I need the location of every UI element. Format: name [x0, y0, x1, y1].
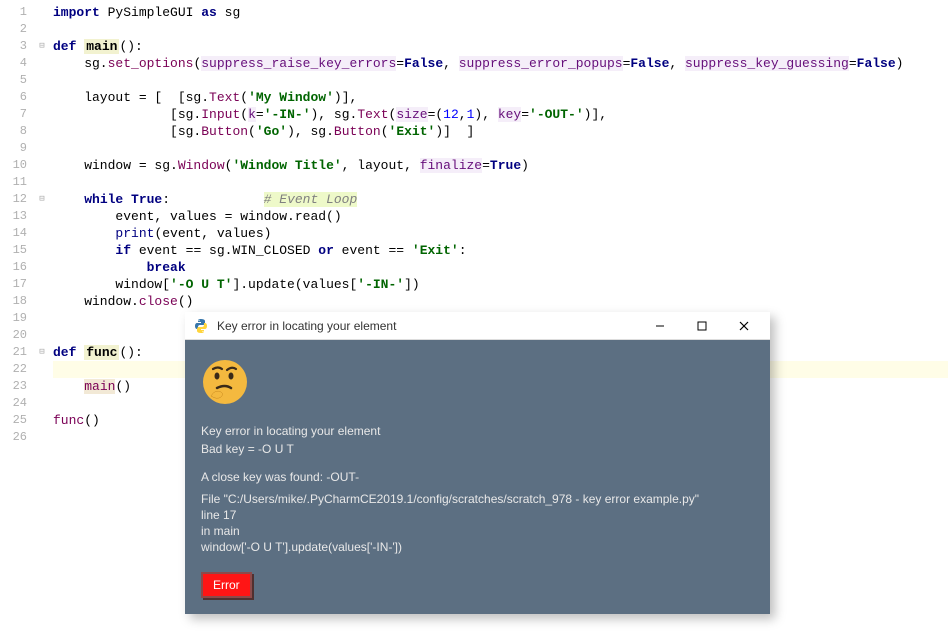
line-number: 3: [0, 38, 35, 55]
line-number: 9: [0, 140, 35, 157]
python-icon: [193, 318, 209, 334]
thinking-face-icon: [201, 358, 249, 406]
line-number: 26: [0, 429, 35, 446]
line-number: 8: [0, 123, 35, 140]
popup-title: Key error in locating your element: [217, 319, 640, 333]
maximize-button[interactable]: [682, 314, 722, 338]
line-number: 5: [0, 72, 35, 89]
fold-toggle[interactable]: ⊟: [35, 38, 49, 55]
line-number: 2: [0, 21, 35, 38]
error-popup: Key error in locating your element Key e…: [185, 312, 770, 614]
line-number: 22: [0, 361, 35, 378]
line-number: 19: [0, 310, 35, 327]
close-button[interactable]: [724, 314, 764, 338]
line-number: 25: [0, 412, 35, 429]
traceback-line: line 17: [201, 508, 754, 522]
line-number: 24: [0, 395, 35, 412]
traceback-file: File "C:/Users/mike/.PyCharmCE2019.1/con…: [201, 492, 754, 506]
line-number: 1: [0, 4, 35, 21]
close-key-message: A close key was found: -OUT-: [201, 470, 754, 484]
line-number: 7: [0, 106, 35, 123]
error-message: Key error in locating your element: [201, 424, 754, 438]
traceback-code: window['-O U T'].update(values['-IN-']): [201, 540, 754, 554]
line-number: 13: [0, 208, 35, 225]
popup-body: Key error in locating your element Bad k…: [185, 340, 770, 614]
traceback-func: in main: [201, 524, 754, 538]
line-number: 16: [0, 259, 35, 276]
line-number: 23: [0, 378, 35, 395]
fold-toggle[interactable]: ⊟: [35, 344, 49, 361]
line-number: 15: [0, 242, 35, 259]
line-number-gutter: 1 2 3 4 5 6 7 8 9 10 11 12 13 14 15 16 1…: [0, 0, 35, 640]
traceback: File "C:/Users/mike/.PyCharmCE2019.1/con…: [201, 492, 754, 554]
minimize-button[interactable]: [640, 314, 680, 338]
error-button[interactable]: Error: [201, 572, 252, 598]
line-number: 4: [0, 55, 35, 72]
line-number: 12: [0, 191, 35, 208]
line-number: 18: [0, 293, 35, 310]
fold-toggle[interactable]: ⊟: [35, 191, 49, 208]
line-number: 17: [0, 276, 35, 293]
bad-key-message: Bad key = -O U T: [201, 442, 754, 456]
line-number: 10: [0, 157, 35, 174]
popup-titlebar[interactable]: Key error in locating your element: [185, 312, 770, 340]
line-number: 20: [0, 327, 35, 344]
line-number: 21: [0, 344, 35, 361]
line-number: 11: [0, 174, 35, 191]
line-number: 14: [0, 225, 35, 242]
fold-gutter: ⊟ ⊟ ⊟: [35, 0, 49, 640]
line-number: 6: [0, 89, 35, 106]
